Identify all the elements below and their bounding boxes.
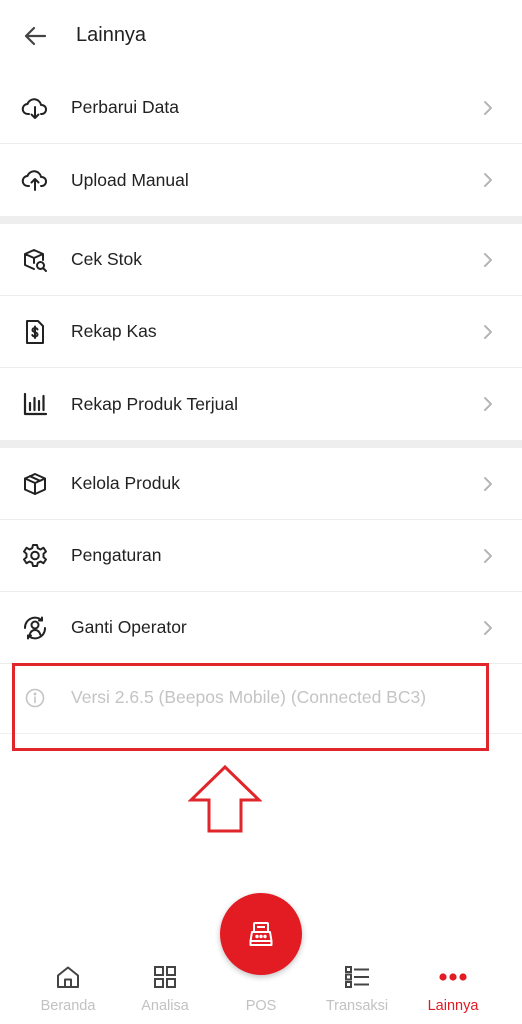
menu-item-label: Rekap Kas — [71, 321, 157, 341]
list-icon — [342, 962, 372, 992]
bar-chart-icon — [20, 389, 50, 419]
more-dots-icon — [438, 962, 468, 992]
chevron-right-icon — [480, 169, 496, 191]
user-switch-icon — [20, 613, 50, 643]
section-divider — [0, 216, 522, 224]
chevron-right-icon — [480, 473, 496, 495]
cash-register-icon — [249, 922, 273, 946]
chevron-right-icon — [480, 249, 496, 271]
menu-item-upload-manual[interactable]: Upload Manual — [0, 144, 522, 216]
nav-item-analisa[interactable]: Analisa — [120, 962, 210, 1022]
box-search-icon — [20, 245, 50, 275]
nav-label: Lainnya — [427, 998, 479, 1014]
nav-label: Beranda — [40, 998, 96, 1014]
gear-icon — [20, 541, 50, 571]
pos-fab-button[interactable] — [220, 893, 302, 975]
home-icon — [53, 962, 83, 992]
chevron-right-icon — [480, 321, 496, 343]
back-button[interactable] — [18, 22, 52, 50]
grid-icon — [150, 962, 180, 992]
annotation-up-arrow-icon — [188, 764, 262, 833]
annotation-highlight-box — [12, 663, 489, 751]
chevron-right-icon — [480, 545, 496, 567]
nav-label: POS — [245, 998, 277, 1014]
menu-item-label: Kelola Produk — [71, 473, 180, 493]
menu-item-ganti-operator[interactable]: Ganti Operator — [0, 592, 522, 664]
arrow-left-icon — [24, 26, 47, 46]
menu-item-cek-stok[interactable]: Cek Stok — [0, 224, 522, 296]
cloud-download-icon — [20, 93, 50, 123]
app-header: Lainnya — [0, 0, 522, 72]
menu-item-pengaturan[interactable]: Pengaturan — [0, 520, 522, 592]
nav-label: Transaksi — [325, 998, 389, 1014]
menu-item-label: Ganti Operator — [71, 617, 187, 637]
chevron-right-icon — [480, 97, 496, 119]
cloud-upload-icon — [20, 165, 50, 195]
section-divider — [0, 440, 522, 448]
chevron-right-icon — [480, 393, 496, 415]
nav-label: Analisa — [141, 998, 189, 1014]
menu-item-label: Upload Manual — [71, 169, 189, 190]
nav-item-beranda[interactable]: Beranda — [23, 962, 113, 1022]
menu-item-rekap-kas[interactable]: Rekap Kas — [0, 296, 522, 368]
menu-item-label: Cek Stok — [71, 249, 142, 269]
nav-item-transaksi[interactable]: Transaksi — [312, 962, 402, 1022]
box-icon — [20, 469, 50, 499]
page-title: Lainnya — [76, 24, 147, 46]
menu-item-kelola-produk[interactable]: Kelola Produk — [0, 448, 522, 520]
menu-item-label: Pengaturan — [71, 545, 162, 565]
menu-item-perbarui-data[interactable]: Perbarui Data — [0, 72, 522, 144]
menu-item-rekap-produk-terjual[interactable]: Rekap Produk Terjual — [0, 368, 522, 440]
cash-document-icon — [20, 317, 50, 347]
menu-item-label: Rekap Produk Terjual — [71, 393, 238, 414]
menu-item-label: Perbarui Data — [71, 97, 179, 117]
nav-item-lainnya[interactable]: Lainnya — [408, 962, 498, 1022]
chevron-right-icon — [480, 617, 496, 639]
